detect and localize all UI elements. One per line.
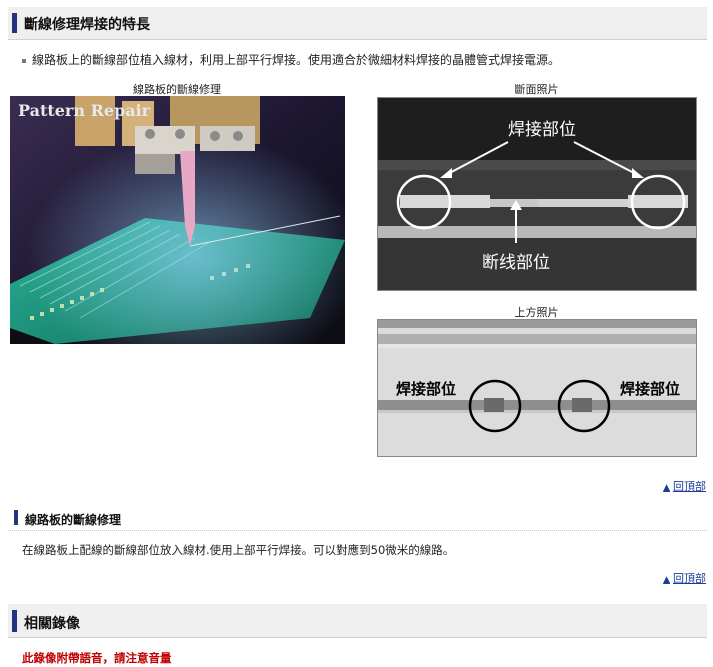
triangle-up-icon: ▲ xyxy=(663,575,670,585)
back-to-top-link-2[interactable]: ▲ 回頂部 xyxy=(663,570,706,586)
weld-label-left: 焊接部位 xyxy=(396,380,456,398)
caption-top-view: 上方照片 xyxy=(514,306,559,319)
caption-cross-section: 斷面照片 xyxy=(514,83,559,96)
weld-label-right: 焊接部位 xyxy=(620,380,680,398)
square-bullet-icon xyxy=(22,58,26,63)
caption-pattern-repair: 線路板的斷線修理 xyxy=(133,83,221,96)
pattern-repair-overlay: Pattern Repair xyxy=(18,101,151,120)
section-header-videos: 相關錄像 xyxy=(8,604,707,638)
subsection-title: 線路板的斷線修理 xyxy=(25,513,122,527)
section-title: 斷線修理焊接的特長 xyxy=(24,17,150,33)
triangle-up-icon: ▲ xyxy=(663,483,670,493)
section-header-features: 斷線修理焊接的特長 xyxy=(8,7,707,40)
top-view-photo: 焊接部位 焊接部位 xyxy=(377,319,697,457)
weld-area-label: 焊接部位 xyxy=(508,120,576,140)
repair-description: 在線路板上配線的斷線部位放入線材.使用上部平行焊接。可以對應到50微米的線路。 xyxy=(22,543,455,557)
feature-bullet: 線路板上的斷線部位植入線材，利用上部平行焊接。使用適合於微細材料焊接的晶體管式焊… xyxy=(22,51,560,68)
cross-section-photo: 焊接部位 断线部位 xyxy=(377,97,697,291)
subsection-header-repair: 線路板的斷線修理 xyxy=(8,508,707,531)
break-area-label: 断线部位 xyxy=(482,253,550,273)
section-title: 相關錄像 xyxy=(24,616,80,632)
audio-warning: 此錄像附帶語音，請注意音量 xyxy=(22,651,172,665)
accent-bar xyxy=(12,610,17,632)
back-to-top-link-1[interactable]: ▲ 回頂部 xyxy=(663,478,706,494)
pattern-repair-photo: Pattern Repair xyxy=(10,96,345,344)
accent-bar xyxy=(12,13,17,33)
accent-bar xyxy=(14,510,18,525)
feature-text: 線路板上的斷線部位植入線材，利用上部平行焊接。使用適合於微細材料焊接的晶體管式焊… xyxy=(32,53,561,67)
